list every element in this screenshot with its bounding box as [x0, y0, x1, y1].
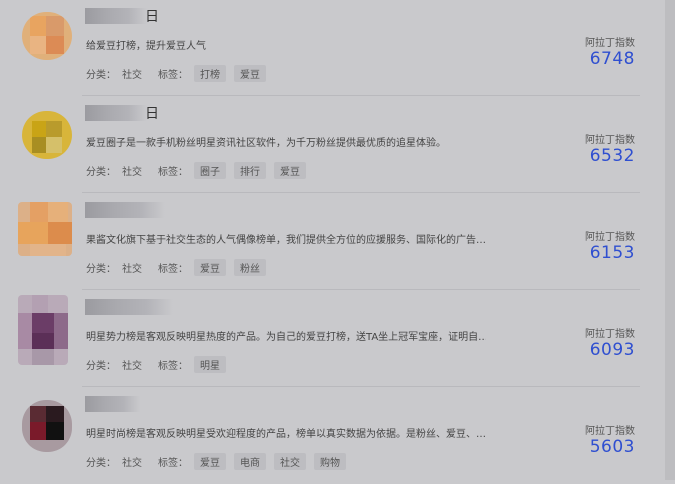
category-value: 社交: [122, 263, 142, 275]
list-item[interactable]: 明星时尚榜是客观反映明星受欢迎程度的产品，榜单以真实数据为依据。是粉丝、爱豆、……: [0, 388, 665, 484]
app-title-redacted[interactable]: [85, 105, 147, 121]
app-title-redacted[interactable]: [85, 299, 173, 315]
tag[interactable]: 打榜: [194, 64, 226, 82]
tag[interactable]: 排行: [234, 161, 266, 179]
tag[interactable]: 圈子: [194, 161, 226, 179]
app-meta: 分类： 社交 标签： 圈子 排行 爱豆: [86, 161, 314, 179]
app-title-redacted[interactable]: [85, 202, 165, 218]
index-value: 6532: [589, 146, 635, 166]
scrollbar[interactable]: [665, 0, 675, 480]
category-label: 分类：: [86, 69, 116, 81]
tag[interactable]: 爱豆: [274, 161, 306, 179]
tag[interactable]: 购物: [314, 452, 346, 470]
tag[interactable]: 明星: [194, 355, 226, 373]
app-meta: 分类： 社交 标签： 明星: [86, 355, 234, 373]
app-title-redacted[interactable]: [85, 396, 140, 412]
app-meta: 分类： 社交 标签： 爱豆 电商 社交 购物: [86, 452, 354, 470]
index-value: 6153: [589, 243, 635, 263]
index-label: 阿拉丁指数: [585, 38, 635, 49]
index-label: 阿拉丁指数: [585, 135, 635, 146]
list-item[interactable]: 果酱文化旗下基于社交生态的人气偶像榜单，我们提供全方位的应援服务、国际化的广告……: [0, 194, 665, 290]
index-label: 阿拉丁指数: [585, 329, 635, 340]
app-avatar[interactable]: [18, 202, 72, 256]
tags-label: 标签：: [158, 263, 188, 275]
app-avatar[interactable]: [18, 295, 68, 365]
app-title[interactable]: 日: [145, 6, 159, 26]
app-description: 给爱豆打榜，提升爱豆人气: [86, 41, 206, 52]
app-avatar[interactable]: [22, 400, 72, 452]
divider: [82, 95, 640, 96]
index-value: 6748: [589, 49, 635, 69]
list-item[interactable]: 日 爱豆圈子是一款手机粉丝明星资讯社区软件，为千万粉丝提供最优质的追星体验。 分…: [0, 97, 665, 193]
divider: [82, 192, 640, 193]
category-label: 分类：: [86, 166, 116, 178]
list-item[interactable]: 日 给爱豆打榜，提升爱豆人气 分类： 社交 标签： 打榜 爱豆 阿拉丁指数 67…: [0, 0, 665, 96]
index-value: 6093: [589, 340, 635, 360]
category-value: 社交: [122, 69, 142, 81]
index-value: 5603: [589, 437, 635, 457]
app-description: 果酱文化旗下基于社交生态的人气偶像榜单，我们提供全方位的应援服务、国际化的广告…: [86, 235, 486, 246]
list-item[interactable]: 明星势力榜是客观反映明星热度的产品。为自己的爱豆打榜，送TA坐上冠军宝座，证明自…: [0, 291, 665, 387]
app-avatar[interactable]: [22, 12, 72, 60]
app-description: 明星时尚榜是客观反映明星受欢迎程度的产品，榜单以真实数据为依据。是粉丝、爱豆、…: [86, 429, 486, 440]
tag[interactable]: 爱豆: [194, 258, 226, 276]
category-value: 社交: [122, 360, 142, 372]
tag[interactable]: 电商: [234, 452, 266, 470]
app-title-redacted[interactable]: [85, 8, 147, 24]
app-avatar[interactable]: [22, 111, 72, 159]
category-label: 分类：: [86, 263, 116, 275]
index-label: 阿拉丁指数: [585, 426, 635, 437]
category-label: 分类：: [86, 457, 116, 469]
tag[interactable]: 爱豆: [234, 64, 266, 82]
tag[interactable]: 社交: [274, 452, 306, 470]
app-meta: 分类： 社交 标签： 打榜 爱豆: [86, 64, 274, 82]
tag[interactable]: 爱豆: [194, 452, 226, 470]
category-value: 社交: [122, 166, 142, 178]
app-description: 爱豆圈子是一款手机粉丝明星资讯社区软件，为千万粉丝提供最优质的追星体验。: [86, 138, 446, 149]
tags-label: 标签：: [158, 457, 188, 469]
category-label: 分类：: [86, 360, 116, 372]
tags-label: 标签：: [158, 69, 188, 81]
category-value: 社交: [122, 457, 142, 469]
index-label: 阿拉丁指数: [585, 232, 635, 243]
app-title[interactable]: 日: [145, 103, 159, 123]
tags-label: 标签：: [158, 360, 188, 372]
app-description: 明星势力榜是客观反映明星热度的产品。为自己的爱豆打榜，送TA坐上冠军宝座，证明自…: [86, 332, 486, 343]
tags-label: 标签：: [158, 166, 188, 178]
divider: [82, 289, 640, 290]
divider: [82, 386, 640, 387]
tag[interactable]: 粉丝: [234, 258, 266, 276]
app-meta: 分类： 社交 标签： 爱豆 粉丝: [86, 258, 274, 276]
